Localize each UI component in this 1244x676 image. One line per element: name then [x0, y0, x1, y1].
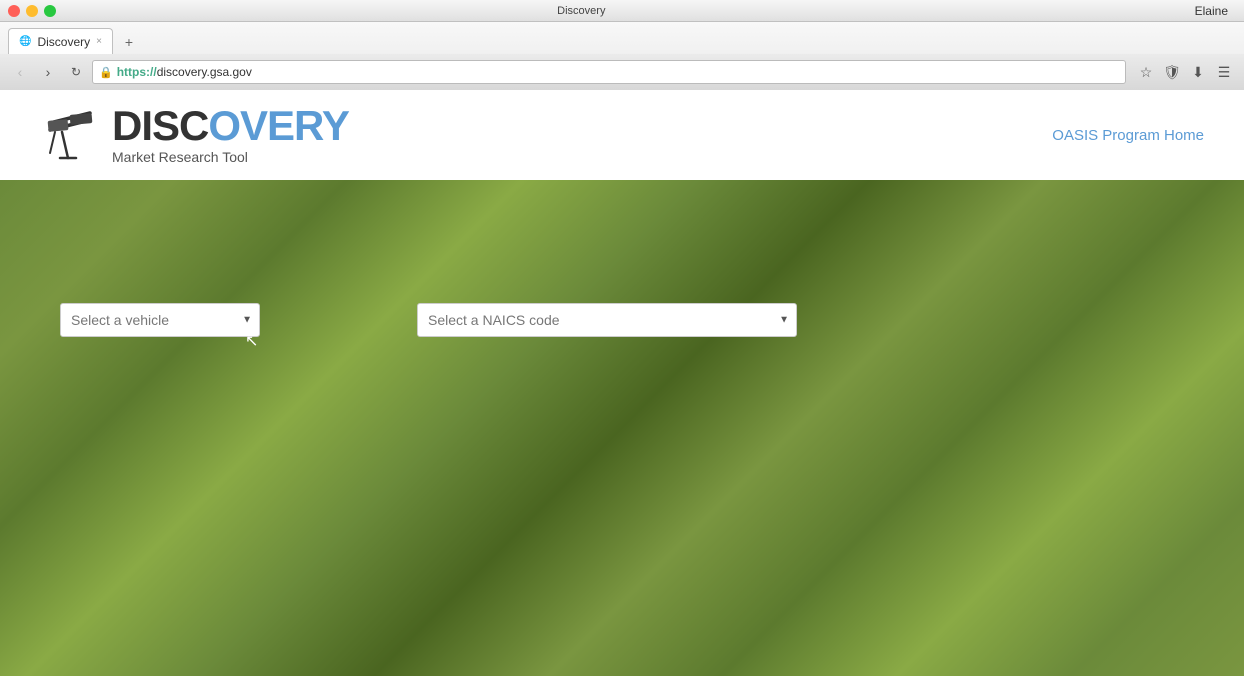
logo-container: DISCOVERY Market Research Tool: [40, 105, 349, 165]
naics-select-wrapper: Select a NAICS code ▼: [417, 303, 797, 337]
bookmark-button[interactable]: ☆: [1134, 60, 1158, 84]
browser-tabs-bar: 🌐 Discovery × +: [0, 22, 1244, 54]
forward-button[interactable]: ›: [36, 60, 60, 84]
menu-button[interactable]: ☰: [1212, 60, 1236, 84]
address-bar[interactable]: 🔒 https://discovery.gsa.gov: [92, 60, 1126, 84]
address-domain: discovery.gsa.gov: [157, 65, 252, 79]
new-tab-button[interactable]: +: [117, 30, 141, 54]
address-url: https://discovery.gsa.gov: [117, 65, 1119, 79]
mac-title: Discovery: [0, 5, 1187, 17]
telescope-icon: [40, 108, 100, 163]
address-protocol: https://: [117, 65, 157, 79]
browser-active-tab[interactable]: 🌐 Discovery ×: [8, 28, 113, 54]
logo-disc-part: DISC: [112, 102, 208, 149]
logo-subtitle: Market Research Tool: [112, 149, 349, 165]
vehicle-select-wrapper: Select a vehicle ▼ ↖: [60, 303, 260, 337]
extensions-button[interactable]: 🛡: [1160, 60, 1184, 84]
naics-select[interactable]: Select a NAICS code: [417, 303, 797, 337]
browser-chrome: 🌐 Discovery × + ‹ › ↻ 🔒 https://discover…: [0, 22, 1244, 91]
browser-toolbar-icons: ☆ 🛡 ⬇ ☰: [1134, 60, 1236, 84]
browser-toolbar: ‹ › ↻ 🔒 https://discovery.gsa.gov ☆ 🛡 ⬇ …: [0, 54, 1244, 90]
mac-titlebar: Discovery Elaine: [0, 0, 1244, 22]
oasis-program-home-link[interactable]: OASIS Program Home: [1052, 127, 1204, 144]
logo-text: DISCOVERY Market Research Tool: [112, 105, 349, 165]
logo-title: DISCOVERY: [112, 105, 349, 147]
mac-user-label: Elaine: [1187, 4, 1236, 18]
site-header: DISCOVERY Market Research Tool OASIS Pro…: [0, 90, 1244, 181]
download-button[interactable]: ⬇: [1186, 60, 1210, 84]
https-lock-icon: 🔒: [99, 66, 113, 79]
vehicle-select[interactable]: Select a vehicle: [60, 303, 260, 337]
background-image: [0, 180, 1244, 676]
tab-favicon-icon: 🌐: [19, 36, 31, 47]
logo-overy-part: OVERY: [208, 102, 348, 149]
tab-close-button[interactable]: ×: [96, 36, 102, 47]
refresh-button[interactable]: ↻: [64, 60, 88, 84]
tab-title-label: Discovery: [37, 35, 90, 49]
page-wrapper: DISCOVERY Market Research Tool OASIS Pro…: [0, 90, 1244, 676]
back-button[interactable]: ‹: [8, 60, 32, 84]
